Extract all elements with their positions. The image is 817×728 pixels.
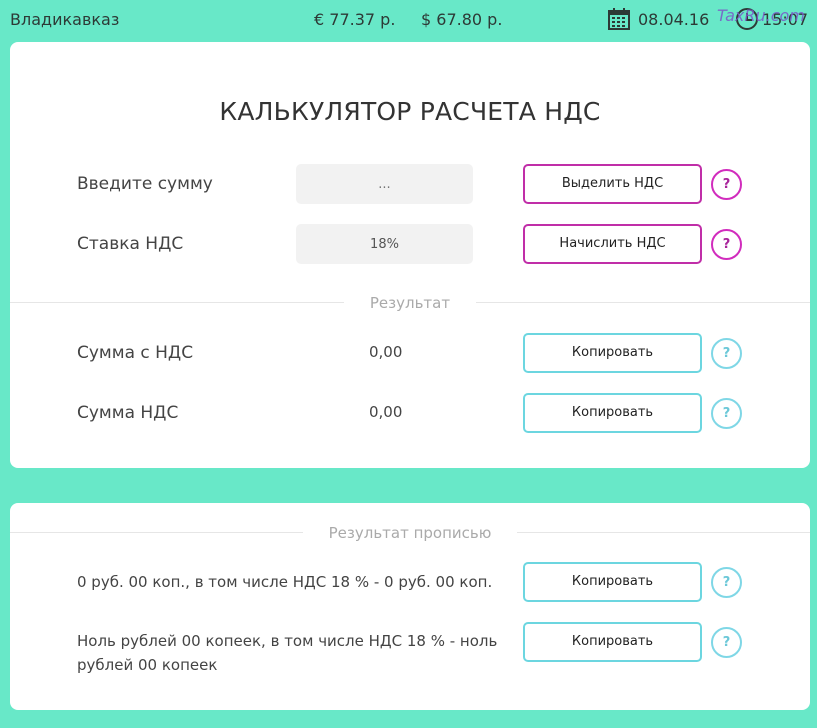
amount-input[interactable] [296,164,473,204]
amount-in-words-short: 0 руб. 00 коп., в том числе НДС 18 % - 0… [77,573,493,591]
dollar-rate: $ 67.80 р. [421,10,503,29]
help-icon[interactable]: ? [711,567,742,598]
copy-vat-amount-button[interactable]: Копировать [523,393,702,433]
vat-rate-input[interactable] [296,224,473,264]
sum-with-vat-label: Сумма с НДС [77,343,194,363]
current-date: 08.04.16 [638,10,710,29]
vat-amount-label: Сумма НДС [77,403,179,423]
result-section-label: Результат [10,294,810,312]
help-icon[interactable]: ? [711,398,742,429]
amount-label: Введите сумму [77,174,213,194]
extract-vat-button[interactable]: Выделить НДС [523,164,702,204]
amount-in-words-full: Ноль рублей 00 копеек, в том числе НДС 1… [77,632,498,674]
help-icon[interactable]: ? [711,229,742,260]
vat-amount-value: 0,00 [369,403,403,421]
vat-rate-label: Ставка НДС [77,234,184,254]
add-vat-button[interactable]: Начислить НДС [523,224,702,264]
copy-words-full-button[interactable]: Копировать [523,622,702,662]
help-icon[interactable]: ? [711,169,742,200]
copy-words-short-button[interactable]: Копировать [523,562,702,602]
page-title: КАЛЬКУЛЯТОР РАСЧЕТА НДС [219,97,601,126]
sum-with-vat-value: 0,00 [369,343,403,361]
calendar-icon [608,8,630,30]
watermark-logo: TaxRu.com [717,6,805,25]
euro-rate: € 77.37 р. [314,10,396,29]
words-section-label: Результат прописью [10,524,810,542]
calculator-card: КАЛЬКУЛЯТОР РАСЧЕТА НДС Введите сумму Вы… [10,42,810,468]
top-bar: Владикавказ € 77.37 р. $ 67.80 р. 08.04.… [0,0,817,40]
help-icon[interactable]: ? [711,338,742,369]
copy-sum-with-vat-button[interactable]: Копировать [523,333,702,373]
city-name[interactable]: Владикавказ [10,10,119,29]
result-in-words-card: Результат прописью 0 руб. 00 коп., в том… [10,503,810,710]
help-icon[interactable]: ? [711,627,742,658]
